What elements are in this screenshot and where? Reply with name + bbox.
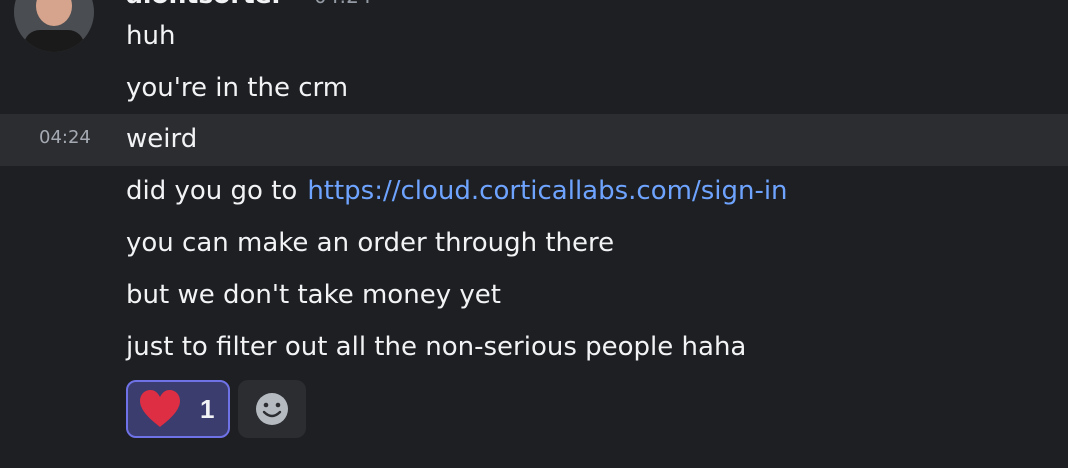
heart-icon xyxy=(140,390,180,427)
message-row[interactable]: did you go to https://cloud.corticallabs.… xyxy=(0,166,1068,218)
reaction-heart-button[interactable]: 1 xyxy=(126,380,230,438)
message-row[interactable]: you're in the crm xyxy=(0,63,1068,115)
message-header: alontsorter 04:24 xyxy=(126,0,372,10)
message-text-prefix: did you go to xyxy=(126,176,298,206)
author-name[interactable]: alontsorter xyxy=(126,0,284,9)
chat-message-group: alontsorter 04:24 huh you're in the crm … xyxy=(0,0,1068,468)
reaction-count: 1 xyxy=(200,393,215,424)
message-text: weird xyxy=(126,124,198,154)
message-text: just to filter out all the non-serious p… xyxy=(126,332,747,362)
message-link[interactable]: https://cloud.corticallabs.com/sign-in xyxy=(307,176,787,206)
message-text: but we don't take money yet xyxy=(126,280,501,310)
message-row[interactable]: just to filter out all the non-serious p… xyxy=(0,322,1068,374)
message-row[interactable]: huh xyxy=(0,11,1068,63)
message-row[interactable]: but we don't take money yet xyxy=(0,270,1068,322)
smiley-icon xyxy=(256,393,288,425)
message-text: did you go to https://cloud.corticallabs.… xyxy=(126,173,788,209)
message-row-hovered[interactable]: 04:24 weird xyxy=(0,114,1068,166)
message-row[interactable]: you can make an order through there xyxy=(0,218,1068,270)
message-text: huh xyxy=(126,21,176,51)
hover-timestamp: 04:24 xyxy=(39,127,91,148)
message-text: you can make an order through there xyxy=(126,228,615,258)
message-timestamp: 04:24 xyxy=(314,0,372,8)
reactions-bar: 1 xyxy=(126,380,306,438)
add-reaction-button[interactable] xyxy=(238,380,306,438)
message-text: you're in the crm xyxy=(126,73,349,103)
